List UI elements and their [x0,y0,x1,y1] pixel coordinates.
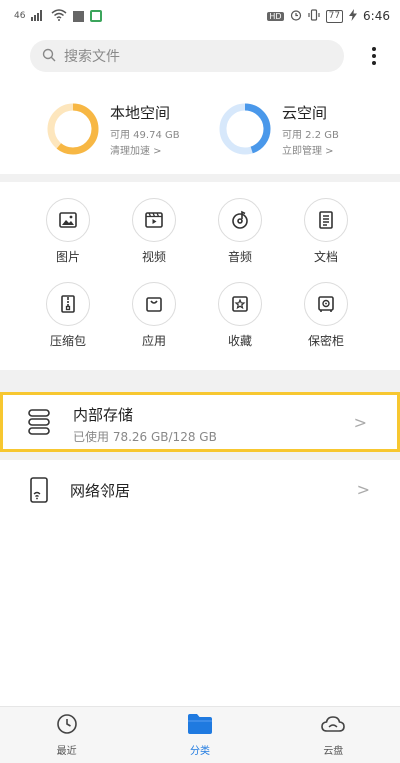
audio-icon [218,198,262,242]
network-neighborhood-row[interactable]: 网络邻居 > [0,460,400,520]
network-device-icon [28,476,50,508]
cloud-storage-card[interactable]: 云空间 可用 2.2 GB 立即管理 > [218,98,339,160]
charging-icon [349,8,358,24]
category-label: 收藏 [227,334,252,348]
video-icon [132,198,176,242]
app-bag-icon [132,282,176,326]
category-videos[interactable]: 视频 [114,198,194,265]
chevron-right-icon: > [353,413,367,432]
picture-icon [46,198,90,242]
status-left: 46 [14,8,103,24]
nav-category[interactable]: 分类 [133,707,266,763]
category-label: 压缩包 [49,334,86,348]
top-panel: 搜索文件 本地空间 可用 49.74 GB 清理加速 > 云空间 可用 2.2 … [0,32,400,174]
star-icon [218,282,262,326]
status-bar: 46 HD 77 6:46 [0,0,400,32]
battery-icon: 77 [325,9,344,23]
more-options-icon[interactable] [364,42,384,70]
clock-time: 6:46 [363,9,390,23]
cloud-storage-available: 可用 2.2 GB [282,129,339,141]
nav-recent-label: 最近 [56,746,77,757]
nav-cloud[interactable]: 云盘 [267,707,400,763]
storage-stack-icon [27,408,51,440]
local-storage-ring [47,103,99,155]
category-label: 应用 [141,334,166,348]
local-storage-available: 可用 49.74 GB [110,129,180,141]
search-placeholder: 搜索文件 [64,49,120,65]
chevron-right-icon: > [356,480,370,499]
category-label: 文档 [313,250,338,264]
local-storage-text: 本地空间 可用 49.74 GB 清理加速 > [110,102,180,157]
category-label: 音频 [227,250,252,264]
cloud-icon [320,713,346,739]
document-icon [304,198,348,242]
alarm-icon [290,9,302,24]
category-favorites[interactable]: 收藏 [200,282,280,349]
category-archives[interactable]: 压缩包 [28,282,108,349]
nav-category-label: 分类 [189,746,210,757]
category-pictures[interactable]: 图片 [28,198,108,265]
content-empty-area [0,520,400,706]
clock-icon [56,713,78,739]
network-neighborhood-title: 网络邻居 [70,482,131,500]
internal-storage-row[interactable]: 内部存储 已使用 78.26 GB/128 GB > [0,392,400,452]
category-safe[interactable]: 保密柜 [286,282,366,349]
cloud-storage-title: 云空间 [282,103,328,122]
safe-icon [304,282,348,326]
category-label: 视频 [141,250,166,264]
category-documents[interactable]: 文档 [286,198,366,265]
category-audio[interactable]: 音频 [200,198,280,265]
bottom-navigation: 最近 分类 云盘 [0,706,400,763]
manage-now-link[interactable]: 立即管理 > [282,142,339,157]
wifi-icon [51,8,67,24]
category-apps[interactable]: 应用 [114,282,194,349]
nav-cloud-label: 云盘 [323,746,344,757]
nav-recent[interactable]: 最近 [0,707,133,763]
search-icon [42,47,56,66]
vibrate-icon [307,8,320,24]
category-grid: 图片 视频 音频 文档 压缩包 应用 收藏 保密柜 [0,182,400,370]
search-input[interactable]: 搜索文件 [30,40,344,72]
category-label: 图片 [55,250,80,264]
internal-storage-title: 内部存储 [73,406,134,424]
signal-label: 46 [14,11,26,21]
signal-icon [31,9,45,24]
folder-icon [187,713,213,739]
cloud-storage-ring [219,103,271,155]
local-storage-title: 本地空间 [110,103,171,122]
cloud-storage-text: 云空间 可用 2.2 GB 立即管理 > [282,102,339,157]
archive-icon [46,282,90,326]
app-notification-icon [90,10,103,22]
hd-badge: HD [267,11,284,21]
internal-storage-usage: 已使用 78.26 GB/128 GB [73,430,217,444]
clean-speedup-link[interactable]: 清理加速 > [110,142,180,157]
notification-square-icon [73,10,85,22]
status-right: HD 77 6:46 [267,8,390,24]
category-label: 保密柜 [307,334,344,348]
local-storage-card[interactable]: 本地空间 可用 49.74 GB 清理加速 > [46,98,180,160]
